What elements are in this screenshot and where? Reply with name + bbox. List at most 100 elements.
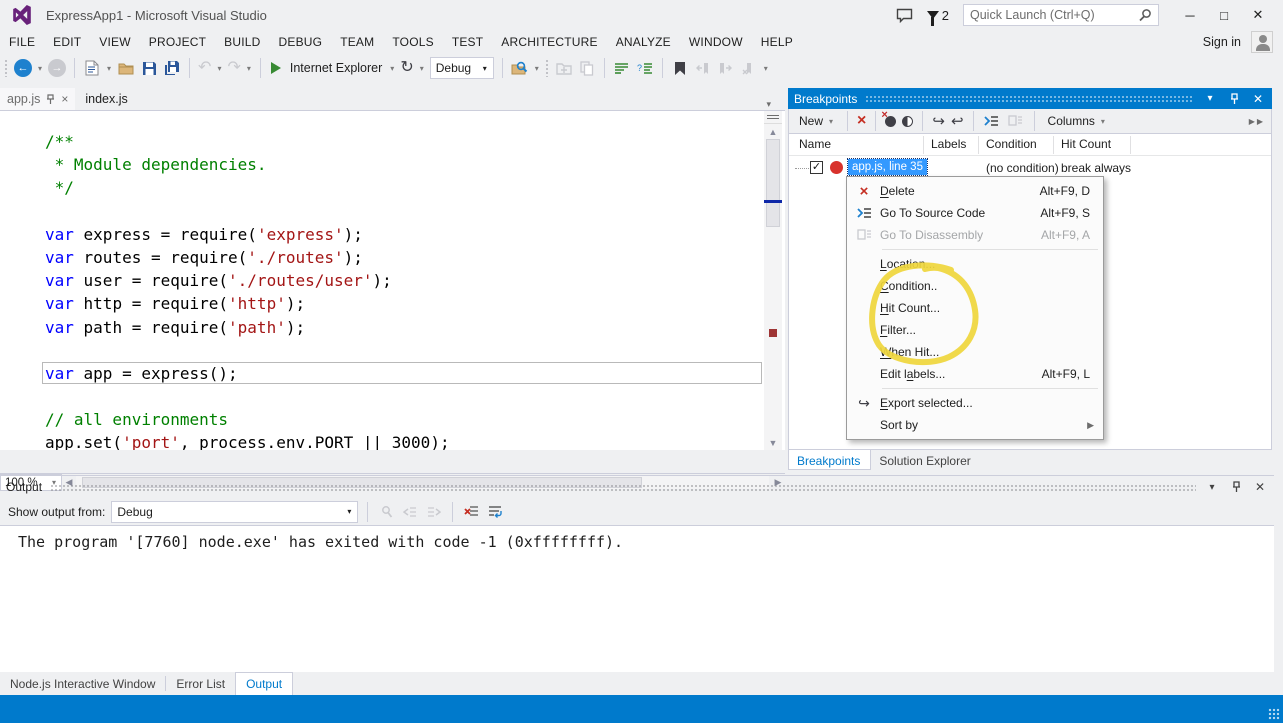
sign-in-link[interactable]: Sign in <box>1203 35 1241 49</box>
menu-item-go-to-source-code[interactable]: Go To Source Code Alt+F9, S <box>848 202 1102 224</box>
editor-vertical-scrollbar[interactable]: ▲ ▼ <box>764 111 782 450</box>
output-pin-icon[interactable] <box>1228 481 1244 493</box>
save-all-icon[interactable] <box>163 59 181 77</box>
code-line[interactable]: */ <box>0 176 763 199</box>
output-close-icon[interactable]: ✕ <box>1252 480 1268 494</box>
menu-window[interactable]: WINDOW <box>680 32 752 52</box>
tab-index-js[interactable]: index.js <box>75 88 137 110</box>
word-wrap-icon[interactable] <box>486 503 504 521</box>
menu-item-hit-count[interactable]: Hit Count... <box>848 297 1102 319</box>
resize-grip[interactable] <box>1268 708 1280 720</box>
menu-item-location[interactable]: Location... <box>848 253 1102 275</box>
auto-hide-pin-icon[interactable] <box>1226 93 1242 105</box>
menu-item-edit-labels[interactable]: Edit labels... Alt+F9, L <box>848 363 1102 385</box>
menu-help[interactable]: HELP <box>752 32 802 52</box>
output-console[interactable]: The program '[7760] node.exe' has exited… <box>0 525 1274 673</box>
menu-analyze[interactable]: ANALYZE <box>607 32 680 52</box>
output-source-combobox[interactable]: Debug ▾ <box>111 501 358 523</box>
column-labels[interactable]: Labels <box>931 137 966 151</box>
refresh-dropdown-icon[interactable]: ▾ <box>419 64 425 73</box>
menu-edit[interactable]: EDIT <box>44 32 90 52</box>
browser-target-label[interactable]: Internet Explorer <box>288 61 384 75</box>
menu-tools[interactable]: TOOLS <box>383 32 442 52</box>
menu-item-export-selected[interactable]: ↪ Export selected... <box>848 392 1102 414</box>
menu-team[interactable]: TEAM <box>331 32 383 52</box>
code-line[interactable]: var express = require('express'); <box>0 223 763 246</box>
window-position-dropdown-icon[interactable]: ▾ <box>1202 93 1218 104</box>
menu-project[interactable]: PROJECT <box>140 32 215 52</box>
navigate-back-dropdown-icon[interactable]: ▾ <box>37 64 43 73</box>
bookmark-icon[interactable] <box>671 59 689 77</box>
code-line[interactable] <box>0 200 763 223</box>
column-condition[interactable]: Condition <box>986 137 1037 151</box>
dock-tab-solution-explorer[interactable]: Solution Explorer <box>871 450 980 470</box>
column-name[interactable]: Name <box>799 137 831 151</box>
code-line[interactable]: var user = require('./routes/user'); <box>0 269 763 292</box>
close-button[interactable]: ✕ <box>1241 2 1275 28</box>
pin-icon[interactable] <box>46 94 55 105</box>
feedback-icon[interactable] <box>896 8 913 23</box>
delete-breakpoint-icon[interactable]: × <box>857 113 866 129</box>
export-breakpoints-icon[interactable]: ↪ <box>932 114 945 129</box>
comment-lines-icon[interactable] <box>613 59 631 77</box>
code-line[interactable]: app.set('port', process.env.PORT || 3000… <box>0 431 763 450</box>
scrollbar-thumb[interactable] <box>766 139 780 227</box>
breakpoint-row[interactable]: ✓ app.js, line 35 (no condition) break a… <box>789 158 1271 178</box>
code-area[interactable]: /** * Module dependencies. */ var express… <box>0 111 763 450</box>
go-to-source-icon[interactable] <box>983 112 1001 130</box>
code-line[interactable]: var app = express(); <box>0 362 763 385</box>
menu-test[interactable]: TEST <box>443 32 492 52</box>
tab-app-js[interactable]: app.js × <box>0 88 75 110</box>
find-dropdown-icon[interactable]: ▾ <box>534 64 540 73</box>
code-line[interactable]: var routes = require('./routes'); <box>0 246 763 269</box>
delete-all-breakpoints-icon[interactable] <box>885 116 896 127</box>
start-debug-icon[interactable] <box>271 62 281 74</box>
code-line[interactable]: /** <box>0 130 763 153</box>
code-line[interactable] <box>0 385 763 408</box>
close-tab-icon[interactable]: × <box>61 92 68 106</box>
columns-button[interactable]: Columns▾ <box>1044 112 1110 130</box>
tab-error-list[interactable]: Error List <box>166 672 235 695</box>
scroll-down-icon[interactable]: ▼ <box>764 436 782 450</box>
refresh-icon[interactable]: ↻ <box>400 60 413 76</box>
import-breakpoints-icon[interactable]: ↩ <box>951 114 964 129</box>
output-titlebar[interactable]: Output ▾ ✕ <box>0 476 1274 498</box>
code-line[interactable]: // all environments <box>0 408 763 431</box>
disable-all-breakpoints-icon[interactable] <box>902 116 913 127</box>
menu-view[interactable]: VIEW <box>90 32 139 52</box>
column-hit-count[interactable]: Hit Count <box>1061 137 1111 151</box>
split-editor-handle[interactable] <box>764 111 782 124</box>
quick-launch-input[interactable]: Quick Launch (Ctrl+Q) <box>963 4 1159 26</box>
user-avatar[interactable] <box>1251 31 1273 53</box>
menu-file[interactable]: FILE <box>0 32 44 52</box>
toolbar-grip-2[interactable] <box>545 59 550 77</box>
code-line[interactable] <box>0 339 763 362</box>
tabstrip-overflow-icon[interactable]: ▾ <box>766 99 785 110</box>
menu-item-sort-by[interactable]: Sort by ▶ <box>848 414 1102 436</box>
menu-build[interactable]: BUILD <box>215 32 269 52</box>
solution-config-combobox[interactable]: Debug ▾ <box>430 57 494 79</box>
tab-output[interactable]: Output <box>235 672 293 695</box>
breakpoint-checkbox[interactable]: ✓ <box>810 161 823 174</box>
dock-tab-breakpoints[interactable]: Breakpoints <box>788 450 871 470</box>
new-file-icon[interactable] <box>83 59 101 77</box>
new-breakpoint-button[interactable]: New▾ <box>795 112 838 130</box>
output-position-dropdown-icon[interactable]: ▾ <box>1204 482 1220 493</box>
code-line[interactable]: * Module dependencies. <box>0 153 763 176</box>
toolbar-grip[interactable] <box>4 59 9 77</box>
uncomment-lines-icon[interactable]: ? <box>636 59 654 77</box>
menu-debug[interactable]: DEBUG <box>270 32 332 52</box>
breakpoint-name[interactable]: app.js, line 35 <box>848 159 927 175</box>
new-file-dropdown-icon[interactable]: ▾ <box>106 64 112 73</box>
menu-item-condition[interactable]: Condition.. <box>848 275 1102 297</box>
menu-item-delete[interactable]: × Delete Alt+F9, D <box>848 180 1102 202</box>
clear-all-output-icon[interactable] <box>462 503 480 521</box>
code-line[interactable]: var http = require('http'); <box>0 292 763 315</box>
maximize-button[interactable]: □ <box>1207 2 1241 28</box>
save-icon[interactable] <box>140 59 158 77</box>
minimize-button[interactable]: ─ <box>1173 2 1207 28</box>
browser-target-dropdown-icon[interactable]: ▾ <box>389 64 395 73</box>
navigate-back-button[interactable]: ← <box>14 59 32 77</box>
find-in-files-icon[interactable] <box>511 59 529 77</box>
close-panel-icon[interactable]: ✕ <box>1250 92 1266 106</box>
